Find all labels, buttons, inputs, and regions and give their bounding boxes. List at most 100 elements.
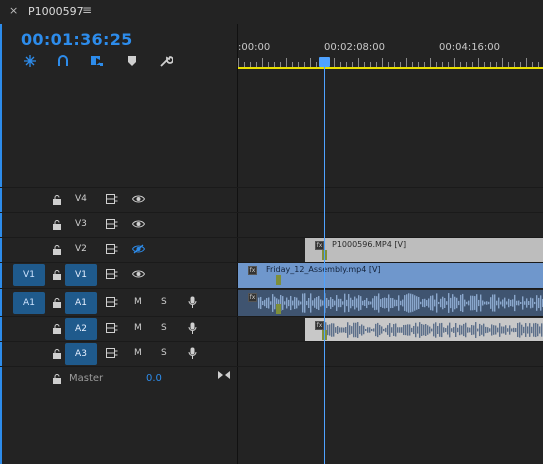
solo-button[interactable]: S bbox=[161, 323, 167, 333]
waveform-sample bbox=[396, 299, 398, 307]
sync-lock-icon[interactable] bbox=[52, 244, 62, 256]
master-track-label: Master bbox=[69, 373, 104, 384]
waveform-sample bbox=[348, 294, 350, 312]
sync-lock-icon[interactable] bbox=[52, 219, 62, 231]
waveform-sample bbox=[447, 325, 449, 335]
master-volume-value[interactable]: 0.0 bbox=[146, 373, 162, 384]
track-label-v1[interactable]: V1 bbox=[65, 264, 97, 286]
waveform-sample bbox=[478, 299, 480, 307]
add-marker-icon[interactable] bbox=[88, 53, 106, 69]
waveform-sample bbox=[487, 327, 489, 333]
header-divider[interactable] bbox=[237, 24, 238, 464]
go-to-edit-point-icon[interactable] bbox=[218, 370, 230, 380]
track-label-v3[interactable]: V3 bbox=[75, 219, 87, 229]
waveform-sample bbox=[533, 323, 535, 337]
filmstrip-icon[interactable] bbox=[106, 194, 118, 204]
filmstrip-icon[interactable] bbox=[106, 323, 118, 333]
playhead-handle[interactable] bbox=[319, 57, 330, 67]
waveform-sample bbox=[459, 324, 461, 336]
clip-v2[interactable]: fx P1000596.MP4 [V] bbox=[305, 238, 543, 262]
waveform-sample bbox=[510, 299, 512, 307]
sync-lock-icon[interactable] bbox=[52, 297, 62, 309]
timeline-panel: × P1000597 ≡ 00:01:36:25 :00:00 00:02:08… bbox=[0, 0, 543, 464]
solo-button[interactable]: S bbox=[161, 297, 167, 307]
track-label-a2[interactable]: A2 bbox=[65, 318, 97, 340]
mute-button[interactable]: M bbox=[134, 297, 142, 307]
waveform-sample bbox=[290, 295, 292, 311]
clip-v1[interactable]: fx Friday_12_Assembly.mp4 [V] bbox=[238, 263, 543, 288]
sync-lock-icon[interactable] bbox=[52, 269, 62, 281]
waveform-sample bbox=[528, 301, 530, 305]
playhead-line[interactable] bbox=[324, 60, 325, 464]
playhead-timecode[interactable]: 00:01:36:25 bbox=[21, 30, 133, 49]
sync-lock-icon[interactable] bbox=[52, 194, 62, 206]
waveform-sample bbox=[310, 293, 312, 313]
waveform-sample bbox=[359, 325, 361, 335]
waveform-sample bbox=[436, 293, 438, 313]
waveform-sample bbox=[514, 294, 516, 312]
waveform-sample bbox=[345, 326, 347, 334]
track-label-a1[interactable]: A1 bbox=[65, 292, 97, 314]
track-divider bbox=[0, 288, 543, 289]
eye-hidden-icon[interactable] bbox=[132, 244, 145, 254]
track-label-v4[interactable]: V4 bbox=[75, 194, 87, 204]
waveform-sample bbox=[422, 299, 424, 307]
microphone-icon[interactable] bbox=[188, 322, 197, 334]
snap-icon[interactable] bbox=[21, 53, 39, 69]
clip-a2[interactable]: fx bbox=[305, 318, 543, 341]
eye-icon[interactable] bbox=[132, 195, 145, 203]
waveform-sample bbox=[398, 295, 400, 311]
mute-button[interactable]: M bbox=[134, 348, 142, 358]
waveform-sample bbox=[519, 322, 521, 338]
waveform-sample bbox=[402, 299, 404, 307]
sequence-tab-title[interactable]: P1000597 bbox=[28, 5, 84, 18]
waveform-sample bbox=[450, 297, 452, 309]
waveform-sample bbox=[469, 327, 471, 333]
filmstrip-icon[interactable] bbox=[106, 269, 118, 279]
microphone-icon[interactable] bbox=[188, 296, 197, 308]
waveform-sample bbox=[484, 301, 486, 305]
sync-lock-icon[interactable] bbox=[52, 323, 62, 335]
waveform-sample bbox=[411, 327, 413, 333]
wrench-icon[interactable] bbox=[157, 53, 175, 69]
waveform-sample bbox=[491, 324, 493, 336]
eye-icon[interactable] bbox=[132, 220, 145, 228]
filmstrip-icon[interactable] bbox=[106, 348, 118, 358]
eye-icon[interactable] bbox=[132, 270, 145, 278]
waveform-sample bbox=[260, 296, 262, 310]
mute-button[interactable]: M bbox=[134, 323, 142, 333]
waveform-sample bbox=[452, 294, 454, 312]
sync-lock-icon[interactable] bbox=[52, 373, 62, 385]
waveform-sample bbox=[532, 298, 534, 308]
filmstrip-icon[interactable] bbox=[106, 244, 118, 254]
track-label-a3[interactable]: A3 bbox=[65, 343, 97, 365]
clip-a1[interactable]: fx bbox=[238, 290, 543, 316]
waveform-sample bbox=[467, 327, 469, 333]
waveform-sample bbox=[320, 299, 322, 307]
close-tab-icon[interactable]: × bbox=[9, 4, 18, 17]
source-patch-v1[interactable]: V1 bbox=[13, 264, 45, 286]
waveform-sample bbox=[342, 301, 344, 305]
work-area-bar[interactable] bbox=[238, 67, 543, 69]
waveform-sample bbox=[395, 323, 397, 337]
waveform-sample bbox=[541, 323, 543, 337]
solo-button[interactable]: S bbox=[161, 348, 167, 358]
track-divider bbox=[0, 316, 543, 317]
waveform-sample bbox=[539, 326, 541, 334]
panel-menu-icon[interactable]: ≡ bbox=[82, 3, 92, 17]
linked-selection-icon[interactable] bbox=[54, 53, 72, 69]
filmstrip-icon[interactable] bbox=[106, 297, 118, 307]
track-label-v2[interactable]: V2 bbox=[75, 244, 87, 254]
marker-icon[interactable] bbox=[123, 53, 141, 69]
source-patch-a1[interactable]: A1 bbox=[13, 292, 45, 314]
waveform-sample bbox=[314, 298, 316, 308]
filmstrip-icon[interactable] bbox=[106, 219, 118, 229]
waveform-sample bbox=[361, 324, 363, 336]
waveform-sample bbox=[496, 300, 498, 306]
microphone-icon[interactable] bbox=[188, 347, 197, 359]
waveform-sample bbox=[352, 299, 354, 307]
sync-lock-icon[interactable] bbox=[52, 348, 62, 360]
time-ruler-ticks[interactable] bbox=[238, 58, 543, 67]
waveform-sample bbox=[349, 325, 351, 335]
waveform-sample bbox=[393, 324, 395, 336]
